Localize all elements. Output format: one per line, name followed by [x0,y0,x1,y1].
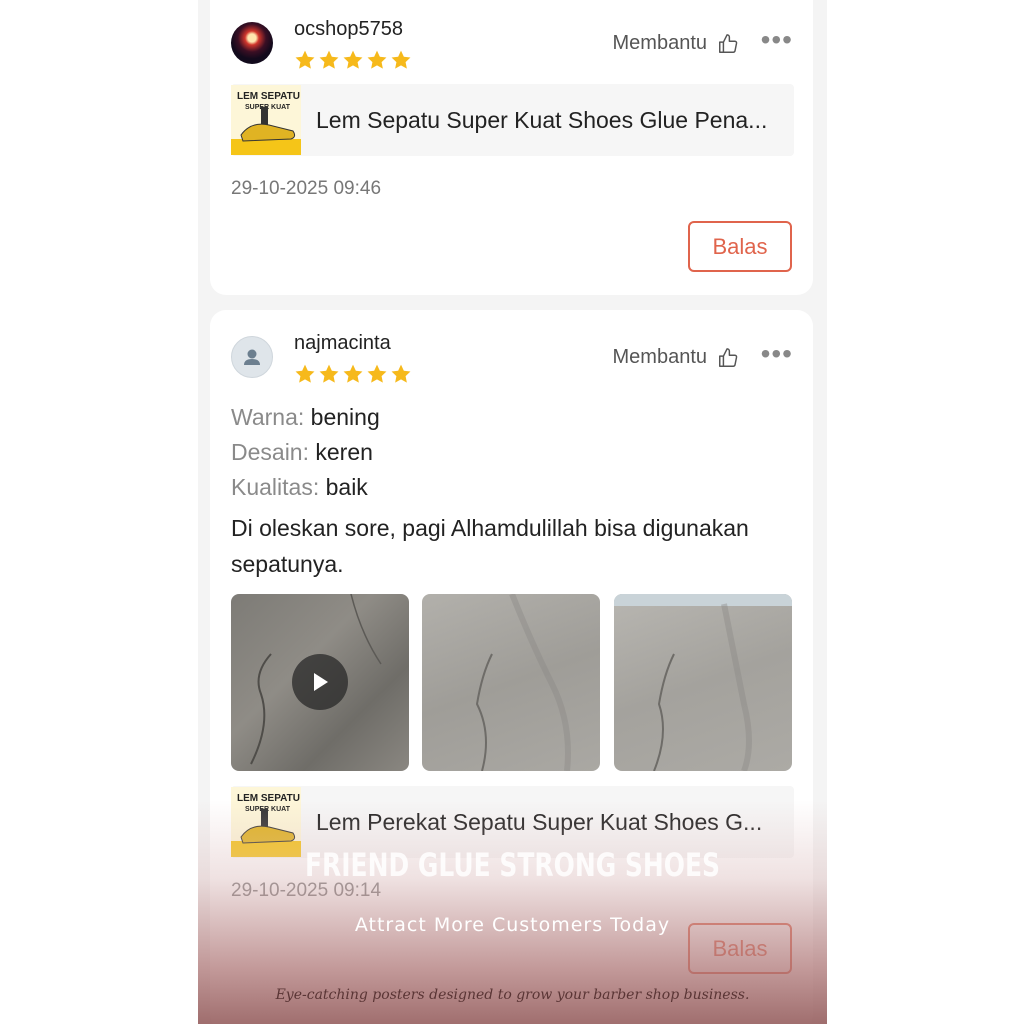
star-icon [319,364,339,383]
star-icon [295,50,315,69]
more-options-icon[interactable]: ••• [761,26,793,54]
attribute-key: Warna: [231,404,305,430]
attribute-key: Kualitas: [231,474,320,500]
thumbs-up-icon [719,33,738,53]
review-card: najmacinta Membantu ••• Warna: bening De… [210,310,813,1024]
star-icon [367,364,387,383]
helpful-label: Membantu [612,32,708,54]
star-rating [294,363,412,385]
review-date: 29-10-2025 09:46 [231,178,382,199]
reply-button[interactable]: Balas [688,221,792,272]
star-icon [319,50,339,69]
product-name: Lem Sepatu Super Kuat Shoes Glue Pena... [316,106,768,133]
product-link[interactable]: LEM SEPATU SUPER KUAT Lem Perekat Sepatu… [231,786,794,858]
helpful-label: Membantu [612,346,708,368]
review-photo[interactable] [614,594,792,771]
review-card: ocshop5758 Membantu ••• LEM SEPATU SUPER… [210,0,813,295]
helpful-button[interactable]: Membantu [613,32,740,55]
star-icon [343,364,363,383]
product-thumbnail: LEM SEPATU SUPER KUAT [231,85,301,155]
reply-button[interactable]: Balas [688,923,792,974]
product-link[interactable]: LEM SEPATU SUPER KUAT Lem Sepatu Super K… [231,84,794,156]
svg-text:LEM SEPATU: LEM SEPATU [237,91,300,102]
reviewer-username[interactable]: ocshop5758 [294,18,403,41]
review-list: ocshop5758 Membantu ••• LEM SEPATU SUPER… [198,0,827,1024]
attribute-color: Warna: bening [231,404,380,431]
thumbs-up-icon [719,347,738,367]
review-photo[interactable] [422,594,600,771]
attribute-quality: Kualitas: baik [231,474,368,501]
avatar[interactable] [231,22,273,64]
play-button[interactable] [292,654,348,710]
person-icon [244,349,260,365]
pavement-texture [475,594,571,771]
attribute-key: Desain: [231,439,309,465]
attribute-design: Desain: keren [231,439,373,466]
attribute-value: keren [315,439,373,465]
play-icon [314,673,328,691]
attribute-value: bening [310,404,380,430]
star-rating [294,49,412,71]
shoe-glue-image: LEM SEPATU SUPER KUAT [231,85,301,155]
pavement-texture [614,594,792,771]
helpful-button[interactable]: Membantu [613,346,740,369]
star-icon [367,50,387,69]
review-date: 29-10-2025 09:14 [231,880,382,901]
star-icon [391,364,411,383]
star-icon [295,364,315,383]
star-icon [343,50,363,69]
avatar[interactable] [231,336,273,378]
star-icon [391,50,411,69]
attribute-value: baik [325,474,368,500]
shoe-glue-image: LEM SEPATU SUPER KUAT [231,787,301,857]
product-name: Lem Perekat Sepatu Super Kuat Shoes G... [316,808,763,835]
review-comment: Di oleskan sore, pagi Alhamdulillah bisa… [231,515,749,577]
reviewer-username[interactable]: najmacinta [294,332,391,355]
product-thumbnail: LEM SEPATU SUPER KUAT [231,787,301,857]
more-options-icon[interactable]: ••• [761,340,793,368]
review-video[interactable] [231,594,409,771]
svg-text:LEM SEPATU: LEM SEPATU [237,793,300,804]
